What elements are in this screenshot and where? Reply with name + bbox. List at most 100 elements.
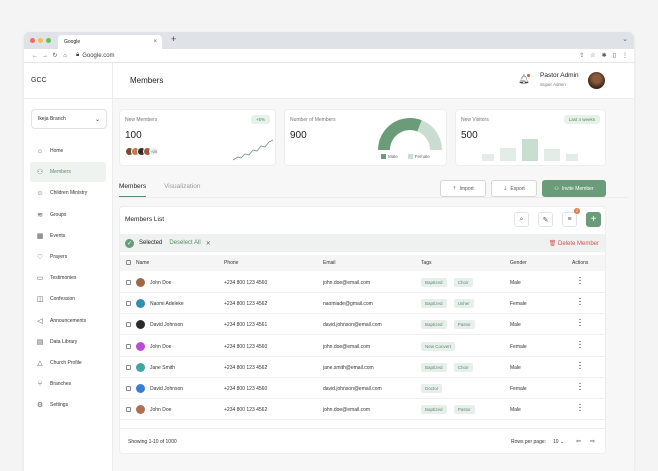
add-member-button[interactable]: + [586, 212, 601, 227]
sidebar-item-groups[interactable]: ≋ Groups [30, 205, 106, 225]
invite-member-button[interactable]: ⚇ Invite Member [542, 180, 606, 197]
column-header-tags[interactable]: Tags [421, 260, 432, 266]
sidebar-item-home[interactable]: ⌂ Home [30, 141, 106, 161]
close-window-dot[interactable] [30, 38, 35, 43]
filter-icon[interactable]: ≡ [562, 212, 577, 227]
child-icon: ☺ [36, 189, 44, 197]
sidebar-item-confession[interactable]: ◫ Confession [30, 289, 106, 309]
forward-icon[interactable]: → [40, 53, 50, 59]
branch-select[interactable]: Ikeja Branch ⌄ [31, 109, 107, 129]
sidebar-toggle-icon[interactable]: ▯ [613, 52, 616, 59]
row-actions-icon[interactable]: · · · [579, 402, 581, 415]
star-icon[interactable]: ☆ [590, 52, 595, 59]
column-header-name[interactable]: Name [136, 260, 149, 266]
user-role: Super Admin [540, 82, 566, 87]
back-icon[interactable]: ← [30, 53, 40, 59]
row-checkbox[interactable] [126, 407, 131, 413]
period-badge[interactable]: Last 4 weeks [563, 115, 600, 124]
column-header-phone[interactable]: Phone [224, 260, 238, 266]
sidebar-item-label: Testimonies [50, 275, 77, 282]
edit-icon[interactable]: ✎ [538, 212, 553, 227]
new-members-value: 100 [125, 130, 142, 141]
browser-tab[interactable]: Google × [58, 35, 162, 49]
row-actions-icon[interactable]: · · · [579, 381, 581, 394]
row-actions-icon[interactable]: · · · [579, 360, 581, 373]
user-icon: ⚇ [554, 185, 559, 192]
home-browser-icon[interactable]: ⌂ [60, 53, 70, 59]
table-row[interactable]: Jane Smith +234 800 123 4562 jane.smith@em… [120, 357, 605, 378]
next-page-icon[interactable]: ⇨ [590, 438, 595, 445]
sidebar-item-members[interactable]: ⚇ Members [30, 162, 106, 183]
member-gender: Female [510, 301, 527, 308]
sidebar-item-branches[interactable]: ⑂ Branches [30, 374, 106, 394]
sidebar-item-label: Settings [50, 402, 69, 409]
member-gender: Male [510, 364, 521, 371]
table-row[interactable]: Naomi Adeleke +234 800 123 4562 naomiade@g… [120, 293, 605, 315]
table-row[interactable]: John Doe +234 800 123 4562 john.doe@email.… [120, 399, 605, 421]
share-icon[interactable]: ⇪ [579, 52, 584, 59]
table-row[interactable]: David Johnson +234 800 123 4561 david.john… [120, 314, 605, 336]
export-button[interactable]: ⇣ Export [491, 180, 537, 197]
minimize-window-dot[interactable] [38, 38, 43, 43]
table-row[interactable]: David Johnson +234 800 123 4560 david.john… [120, 378, 605, 399]
tab-divider [119, 197, 628, 198]
row-checkbox[interactable] [126, 386, 131, 391]
sidebar-item-announcements[interactable]: ◁ Announcements [30, 311, 106, 331]
extensions-icon[interactable]: ✱ [602, 52, 607, 59]
sidebar-item-data-library[interactable]: ▤ Data Library [30, 332, 106, 352]
chevron-down-icon[interactable]: ⌄ [622, 35, 628, 43]
prev-page-icon[interactable]: ⇦ [576, 438, 581, 445]
sidebar-item-settings[interactable]: ⚙ Settings [30, 395, 106, 415]
tab-visualization[interactable]: Visualization [164, 183, 200, 197]
url-field[interactable]: 🔒︎ Google.com [76, 52, 115, 59]
sidebar-item-testimonies[interactable]: ▭ Testimonies [30, 268, 106, 288]
row-checkbox[interactable] [126, 280, 131, 285]
column-header-gender[interactable]: Gender [510, 260, 527, 266]
user-info[interactable]: Pastor Admin Super Admin [540, 72, 579, 87]
row-checkbox[interactable] [126, 322, 131, 328]
table-row[interactable]: John Doe +234 800 123 4560 john.doe@email.… [120, 272, 605, 293]
import-button[interactable]: ⇡ Import [440, 180, 486, 197]
row-actions-icon[interactable]: · · · [579, 275, 581, 288]
row-checkbox[interactable] [126, 343, 131, 349]
tab-members[interactable]: Members [119, 183, 147, 197]
deselect-all-button[interactable]: Deselect All [169, 240, 200, 246]
avatar [136, 341, 145, 351]
browser-window: Google × + ⌄ ← → ↻ ⌂ 🔒︎ Google.com ⇪ ☆ ✱… [24, 32, 634, 471]
delete-member-button[interactable]: 🗑︎ Delete Member [549, 240, 599, 247]
page-title: Members [130, 76, 164, 85]
close-tab-icon[interactable]: × [153, 39, 157, 45]
sidebar-item-church-profile[interactable]: △ Church Profile [30, 353, 106, 373]
row-actions-icon[interactable]: · · · [579, 296, 581, 309]
row-checkbox[interactable] [126, 364, 131, 370]
search-icon[interactable]: ⌕ [514, 212, 529, 227]
sidebar-item-children-ministry[interactable]: ☺ Children Ministry [30, 183, 106, 203]
menu-icon[interactable]: ⋮ [622, 52, 628, 59]
select-all-checkbox[interactable] [126, 260, 131, 265]
legend-female: Female [407, 154, 430, 159]
sidebar-item-prayers[interactable]: ♡ Prayers [30, 247, 106, 267]
close-icon[interactable]: ✕ [206, 240, 211, 247]
row-checkbox[interactable] [126, 301, 131, 307]
calendar-icon: ▦ [36, 232, 44, 240]
browser-tools: ⇪ ☆ ✱ ▯ ⋮ [579, 52, 628, 59]
bell-icon[interactable]: 🔔︎ [518, 74, 531, 85]
member-phone: +234 800 123 4561 [224, 322, 268, 329]
member-phone: +234 800 123 4560 [224, 280, 268, 286]
avatar[interactable] [588, 72, 605, 89]
member-tag: Baptized [421, 278, 447, 287]
table-row[interactable]: John Doe +234 800 123 4560 john.doe@email.… [120, 336, 605, 357]
reload-icon[interactable]: ↻ [50, 52, 60, 59]
column-header-email[interactable]: Email [323, 260, 336, 266]
rows-per-page-select[interactable]: 10 ⌄ [553, 439, 564, 445]
sidebar-item-events[interactable]: ▦ Events [30, 226, 106, 246]
avatar-stack: +20 [125, 147, 159, 156]
new-tab-icon[interactable]: + [171, 34, 176, 44]
gauge-male-arc [378, 118, 422, 151]
row-actions-icon[interactable]: · · · [579, 339, 581, 352]
row-actions-icon[interactable]: · · · [579, 317, 581, 330]
members-list-card: Members List ⌕ ✎ ≡ 2 + ✓ Selected Desele… [119, 206, 606, 454]
avatar [136, 405, 145, 415]
member-name: David Johnson [150, 386, 184, 392]
maximize-window-dot[interactable] [46, 38, 51, 43]
